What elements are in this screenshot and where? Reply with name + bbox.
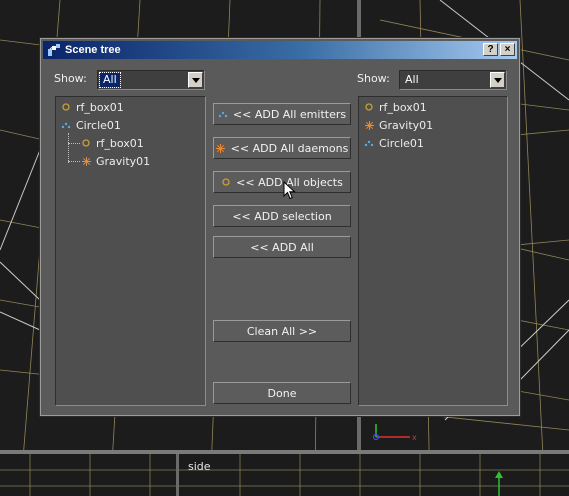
tree-item-circle01[interactable]: Circle01: [364, 135, 424, 151]
daemon-star-icon: [364, 120, 374, 130]
tree-item-circle01[interactable]: Circle01: [61, 117, 121, 133]
right-show-label: Show:: [357, 72, 390, 85]
tree-item-label: Gravity01: [379, 118, 434, 132]
button-label: << ADD All daemons: [230, 141, 349, 155]
button-label: << ADD All: [250, 240, 314, 254]
emitter-dots-icon: [364, 138, 374, 148]
right-show-value: All: [405, 73, 419, 86]
help-button[interactable]: ?: [483, 43, 498, 56]
object-ring-icon: [61, 102, 71, 112]
emitter-dots-icon: [61, 120, 71, 130]
tree-item-rf-box01[interactable]: rf_box01: [61, 99, 124, 115]
object-ring-icon: [81, 138, 91, 148]
button-label: << ADD All emitters: [232, 107, 347, 121]
tree-connector: [68, 143, 80, 144]
tree-item-label: rf_box01: [96, 136, 144, 150]
emitter-dots-icon: [218, 109, 228, 119]
tree-item-label: Circle01: [379, 136, 424, 150]
tree-item-label: Circle01: [76, 118, 121, 132]
button-label: Clean All >>: [246, 324, 318, 338]
right-show-dropdown[interactable]: All: [399, 70, 507, 90]
tree-item-rf-box01-child[interactable]: rf_box01: [81, 135, 144, 151]
left-show-label: Show:: [54, 72, 87, 85]
object-ring-icon: [221, 177, 231, 187]
chevron-down-icon[interactable]: [188, 72, 203, 88]
daemon-star-icon: [81, 156, 91, 166]
button-label: Done: [267, 386, 297, 400]
left-scene-tree[interactable]: rf_box01 Circle01 rf_box01 Gravity01: [55, 96, 206, 406]
right-scene-tree[interactable]: rf_box01 Gravity01 Circle01: [358, 96, 508, 406]
dialog-title: Scene tree: [65, 44, 121, 56]
tree-connector: [68, 133, 69, 163]
add-selection-button[interactable]: << ADD selection: [213, 205, 351, 227]
svg-text:x: x: [412, 433, 417, 442]
tree-item-rf-box01[interactable]: rf_box01: [364, 99, 427, 115]
add-all-emitters-button[interactable]: << ADD All emitters: [213, 103, 351, 125]
axis-y-arrow-icon: [495, 471, 503, 496]
add-all-objects-button[interactable]: << ADD All objects: [213, 171, 351, 193]
axis-gizmo-icon: x: [372, 424, 417, 442]
left-show-dropdown[interactable]: All: [97, 70, 205, 90]
dialog-titlebar[interactable]: Scene tree ? ×: [43, 41, 517, 59]
object-ring-icon: [364, 102, 374, 112]
tree-item-gravity01[interactable]: Gravity01: [364, 117, 433, 133]
left-show-value: All: [99, 72, 121, 88]
mouse-cursor-icon: [283, 181, 296, 200]
tree-item-label: Gravity01: [96, 154, 151, 168]
viewport-label-side[interactable]: side: [188, 460, 211, 473]
chevron-down-icon[interactable]: [490, 72, 505, 88]
done-button[interactable]: Done: [213, 382, 351, 404]
close-button[interactable]: ×: [500, 43, 515, 56]
tree-item-label: rf_box01: [76, 100, 124, 114]
tree-connector: [68, 161, 80, 162]
add-all-daemons-button[interactable]: << ADD All daemons: [213, 137, 351, 159]
tree-item-label: rf_box01: [379, 100, 427, 114]
add-all-button[interactable]: << ADD All: [213, 236, 351, 258]
scene-tree-app-icon: [47, 43, 61, 57]
tree-item-gravity01-child[interactable]: Gravity01: [81, 153, 150, 169]
scene-tree-dialog: Scene tree ? × Show: All Show: All rf_bo…: [40, 38, 520, 416]
daemon-star-icon: [216, 143, 226, 153]
clean-all-button[interactable]: Clean All >>: [213, 320, 351, 342]
button-label: << ADD selection: [232, 209, 332, 223]
